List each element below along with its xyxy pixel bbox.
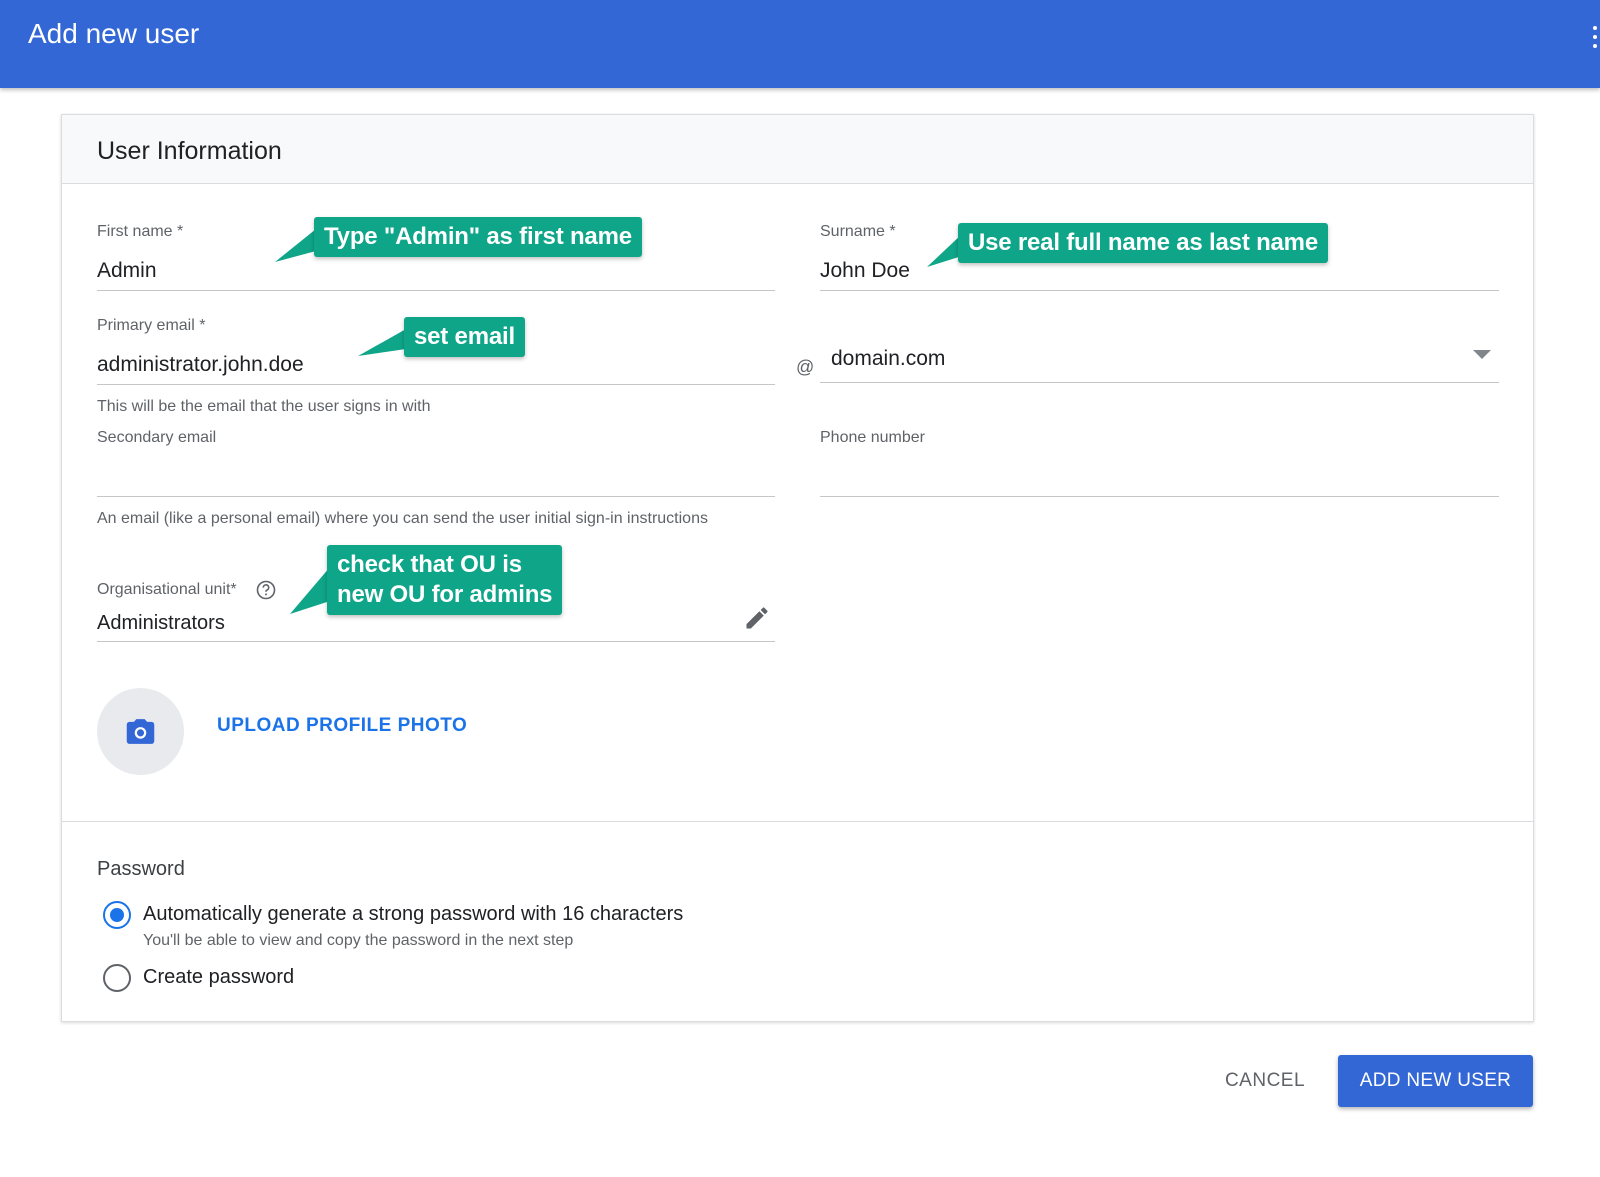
callout-first-name: Type "Admin" as first name bbox=[314, 217, 642, 257]
card-title: User Information bbox=[97, 137, 282, 165]
primary-email-help: This will be the email that the user sig… bbox=[97, 398, 431, 415]
callout-org-unit-line1: check that OU is bbox=[337, 551, 522, 578]
surname-input[interactable]: John Doe bbox=[820, 259, 910, 283]
at-sign: @ bbox=[796, 357, 815, 377]
page-title: Add new user bbox=[28, 18, 200, 49]
org-unit-label: Organisational unit* bbox=[97, 581, 237, 598]
help-circle-icon[interactable] bbox=[256, 580, 276, 600]
primary-email-underline bbox=[97, 384, 775, 385]
secondary-email-help: An email (like a personal email) where y… bbox=[97, 510, 708, 527]
domain-select[interactable]: domain.com bbox=[831, 347, 945, 371]
callout-email: set email bbox=[404, 317, 525, 357]
primary-email-label: Primary email * bbox=[97, 317, 206, 334]
camera-icon bbox=[126, 719, 155, 744]
first-name-underline bbox=[97, 290, 775, 291]
callout-org-unit: check that OU is new OU for admins bbox=[327, 545, 563, 615]
radio-create-password[interactable] bbox=[103, 964, 131, 992]
secondary-email-underline bbox=[97, 496, 775, 497]
org-unit-underline bbox=[97, 641, 775, 642]
phone-underline bbox=[820, 496, 1499, 497]
surname-underline bbox=[820, 290, 1499, 291]
radio-auto-generate-label[interactable]: Automatically generate a strong password… bbox=[143, 903, 683, 926]
secondary-email-label: Secondary email bbox=[97, 429, 217, 446]
password-section-title: Password bbox=[97, 858, 185, 880]
cancel-button[interactable]: CANCEL bbox=[1205, 1060, 1325, 1102]
callout-tail bbox=[358, 329, 406, 356]
upload-profile-photo-link[interactable]: UPLOAD PROFILE PHOTO bbox=[217, 715, 467, 737]
domain-underline bbox=[820, 382, 1499, 383]
app-bar: Add new user bbox=[0, 0, 1600, 88]
radio-auto-generate-sub: You'll be able to view and copy the pass… bbox=[143, 932, 574, 949]
dropdown-arrow-icon[interactable] bbox=[1473, 350, 1491, 360]
phone-label: Phone number bbox=[820, 429, 925, 446]
callout-tail bbox=[290, 567, 330, 614]
edit-pencil-icon[interactable] bbox=[743, 604, 771, 632]
card-header: User Information bbox=[62, 115, 1533, 184]
more-vert-icon[interactable] bbox=[1590, 26, 1600, 56]
add-new-user-button[interactable]: ADD NEW USER bbox=[1338, 1055, 1533, 1107]
callout-org-unit-line2: new OU for admins bbox=[337, 581, 553, 608]
first-name-input[interactable]: Admin bbox=[97, 259, 157, 283]
radio-create-password-label[interactable]: Create password bbox=[143, 966, 294, 989]
callout-tail bbox=[275, 229, 316, 262]
surname-label: Surname * bbox=[820, 223, 896, 240]
profile-photo-placeholder[interactable] bbox=[97, 688, 184, 775]
org-unit-value: Administrators bbox=[97, 612, 225, 634]
first-name-label: First name * bbox=[97, 223, 184, 240]
callout-surname: Use real full name as last name bbox=[958, 223, 1328, 263]
primary-email-input[interactable]: administrator.john.doe bbox=[97, 353, 304, 377]
radio-auto-generate[interactable] bbox=[103, 901, 131, 929]
section-divider bbox=[62, 821, 1533, 822]
